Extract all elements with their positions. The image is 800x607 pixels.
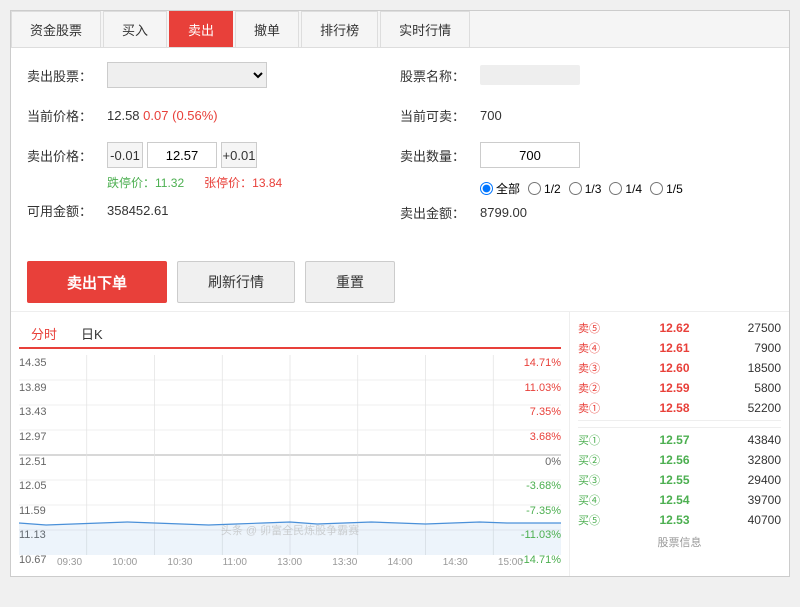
action-buttons: 卖出下单 刷新行情 重置 (11, 261, 789, 303)
sell-price-row: 卖出价格： -0.01 +0.01 (27, 140, 400, 170)
sell-price-label: 卖出价格： (27, 146, 107, 165)
reset-button[interactable]: 重置 (305, 261, 395, 303)
price-change-pct: (0.56%) (172, 108, 218, 123)
limit-fall: 跌停价：11.32 (107, 174, 184, 191)
sell-stock-select[interactable] (107, 62, 267, 88)
tab-ranking[interactable]: 排行榜 (301, 11, 378, 47)
tab-minute[interactable]: 分时 (19, 320, 69, 349)
form-area: 卖出股票： 当前价格： 12.58 0.07 (0.56%) (11, 48, 789, 249)
depth-divider (578, 420, 781, 428)
price-decrease-btn[interactable]: -0.01 (107, 142, 143, 168)
ratio-fifth[interactable]: 1/5 (650, 182, 683, 196)
limit-prices: 跌停价：11.32 张停价：13.84 (27, 174, 400, 191)
chart-wrapper: 14.35 13.89 13.43 12.97 12.51 12.05 11.5… (19, 355, 561, 568)
depth-sell-1: 卖① 12.58 52200 (578, 398, 781, 418)
tab-order[interactable]: 撤单 (235, 11, 299, 47)
current-price-value: 12.58 (107, 108, 140, 123)
depth-sell-3: 卖③ 12.60 18500 (578, 358, 781, 378)
price-increase-btn[interactable]: +0.01 (221, 142, 257, 168)
sell-qty-input[interactable] (480, 142, 580, 168)
available-sell-value: 700 (480, 108, 502, 123)
stock-name-row: 股票名称： (400, 60, 773, 90)
stock-name-value (480, 65, 580, 85)
depth-buy-2: 买② 12.56 32800 (578, 450, 781, 470)
depth-sell-5: 卖⑤ 12.62 27500 (578, 318, 781, 338)
watermark: 头条 @ 卯富全民炼股争霸赛 (221, 522, 359, 538)
sell-qty-label: 卖出数量： (400, 146, 480, 165)
current-price-label: 当前价格： (27, 106, 107, 125)
depth-sell-4: 卖④ 12.61 7900 (578, 338, 781, 358)
available-amount-value: 358452.61 (107, 203, 168, 218)
sell-amount-value: 8799.00 (480, 205, 527, 220)
depth-buy-5: 买⑤ 12.53 40700 (578, 510, 781, 530)
depth-footer: 股票信息 (578, 534, 781, 550)
limit-rise: 张停价：13.84 (204, 174, 282, 191)
x-labels: 09:30 10:00 10:30 11:00 13:00 13:30 14:0… (19, 555, 561, 568)
depth-buy-4: 买④ 12.54 39700 (578, 490, 781, 510)
nav-tabs: 资金股票 买入 卖出 撤单 排行榜 实时行情 (11, 11, 789, 48)
price-input-group: -0.01 +0.01 (107, 142, 257, 168)
price-change-value: 0.07 (143, 108, 168, 123)
current-price-row: 当前价格： 12.58 0.07 (0.56%) (27, 100, 400, 130)
sell-qty-row: 卖出数量： (400, 140, 773, 170)
available-amount-row: 可用金额： 358452.61 (27, 195, 400, 225)
depth-section: 卖⑤ 12.62 27500 卖④ 12.61 7900 卖③ 12.60 18… (569, 312, 789, 576)
stock-name-label: 股票名称： (400, 66, 480, 85)
tab-realtime[interactable]: 实时行情 (380, 11, 470, 47)
depth-sell-2: 卖② 12.59 5800 (578, 378, 781, 398)
refresh-button[interactable]: 刷新行情 (177, 261, 295, 303)
chart-tabs: 分时 日K (19, 320, 561, 349)
tab-daily[interactable]: 日K (69, 320, 115, 347)
ratio-quarter[interactable]: 1/4 (609, 182, 642, 196)
sell-stock-row: 卖出股票： (27, 60, 400, 90)
y-labels-right: 14.71% 11.03% 7.35% 3.68% 0% -3.68% -7.3… (511, 355, 561, 568)
price-input[interactable] (147, 142, 217, 168)
ratio-group: 全部 1/2 1/3 1/4 1/5 (400, 180, 773, 197)
tab-buy[interactable]: 买入 (103, 11, 167, 47)
ratio-all[interactable]: 全部 (480, 180, 520, 197)
sell-stock-label: 卖出股票： (27, 66, 107, 85)
depth-buy-1: 买① 12.57 43840 (578, 430, 781, 450)
ratio-half[interactable]: 1/2 (528, 182, 561, 196)
available-sell-row: 当前可卖： 700 (400, 100, 773, 130)
sell-amount-row: 卖出金额： 8799.00 (400, 197, 773, 227)
chart-section: 分时 日K 14.35 13.89 13.43 12.97 12.51 12.0… (11, 312, 569, 576)
available-amount-label: 可用金额： (27, 201, 107, 220)
depth-buy-3: 买③ 12.55 29400 (578, 470, 781, 490)
tab-capital[interactable]: 资金股票 (11, 11, 101, 47)
sell-amount-label: 卖出金额： (400, 203, 480, 222)
ratio-third[interactable]: 1/3 (569, 182, 602, 196)
available-sell-label: 当前可卖： (400, 106, 480, 125)
tab-sell[interactable]: 卖出 (169, 11, 233, 47)
bottom-area: 分时 日K 14.35 13.89 13.43 12.97 12.51 12.0… (11, 311, 789, 576)
sell-order-button[interactable]: 卖出下单 (27, 261, 167, 303)
